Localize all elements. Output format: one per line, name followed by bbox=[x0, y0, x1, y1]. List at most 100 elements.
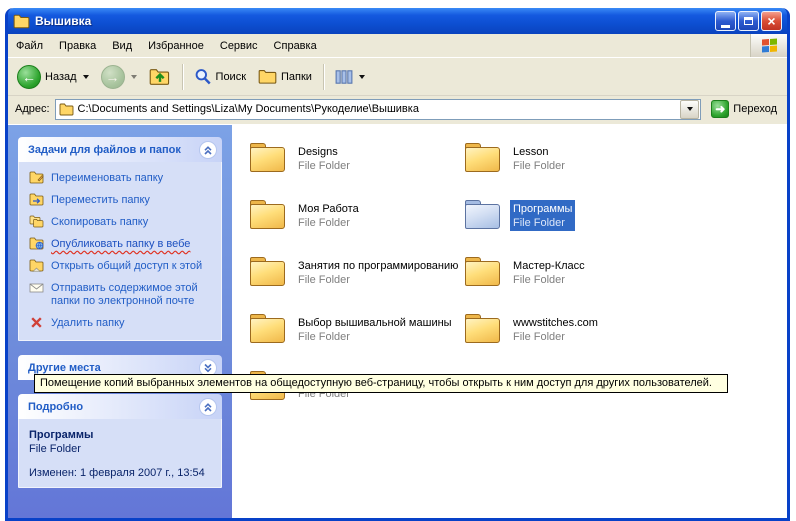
toolbar-separator-2 bbox=[323, 64, 324, 90]
file-tile-master-klass[interactable]: Мастер-КлассFile Folder bbox=[465, 257, 680, 314]
menu-tools[interactable]: Сервис bbox=[212, 34, 266, 57]
file-tile-zanyatiya[interactable]: Занятия по программированиюFile Folder bbox=[250, 257, 465, 314]
task-share-folder[interactable]: Открыть общий доступ к этой bbox=[29, 260, 215, 273]
task-label: Открыть общий доступ к этой bbox=[51, 260, 202, 273]
menu-file[interactable]: Файл bbox=[8, 34, 51, 57]
folder-icon bbox=[250, 200, 286, 230]
publish-web-icon bbox=[29, 237, 45, 250]
collapse-chevron-icon[interactable] bbox=[199, 398, 217, 416]
delete-icon bbox=[29, 316, 45, 329]
folders-button[interactable]: Папки bbox=[253, 65, 317, 88]
explorer-window: Вышивка × Файл Правка Вид Избранное Серв… bbox=[5, 8, 790, 521]
file-type: File Folder bbox=[510, 274, 588, 288]
title-bar[interactable]: Вышивка × bbox=[8, 8, 787, 34]
details-item-type: File Folder bbox=[29, 443, 215, 455]
task-email-folder[interactable]: Отправить содержимое этой папки по элект… bbox=[29, 282, 215, 308]
share-folder-icon bbox=[29, 259, 45, 272]
move-folder-icon bbox=[29, 193, 45, 206]
file-tasks-body: Переименовать папку Переместить папку Ск… bbox=[18, 162, 222, 341]
file-type: File Folder bbox=[510, 217, 575, 231]
address-bar: Адрес: C:\Documents and Settings\Liza\My… bbox=[8, 96, 787, 125]
go-label: Переход bbox=[733, 103, 777, 115]
go-arrow-icon: ➜ bbox=[711, 100, 729, 118]
details-title: Подробно bbox=[28, 401, 83, 413]
folder-icon bbox=[250, 143, 286, 173]
minimize-button[interactable] bbox=[715, 11, 736, 31]
rename-folder-icon bbox=[29, 171, 45, 184]
search-label: Поиск bbox=[216, 71, 246, 83]
task-rename-folder[interactable]: Переименовать папку bbox=[29, 172, 215, 185]
minimize-icon bbox=[721, 25, 730, 28]
file-name: Моя Работа bbox=[295, 202, 362, 217]
search-button[interactable]: Поиск bbox=[189, 65, 251, 89]
file-tile-vybor-mashiny[interactable]: Выбор вышивальной машиныFile Folder bbox=[250, 314, 465, 371]
folder-icon bbox=[250, 257, 286, 287]
copy-folder-icon bbox=[29, 215, 45, 228]
task-label: Скопировать папку bbox=[51, 216, 148, 229]
task-move-folder[interactable]: Переместить папку bbox=[29, 194, 215, 207]
details-item-modified: Изменен: 1 февраля 2007 г., 13:54 bbox=[29, 467, 215, 479]
details-item-name: Программы bbox=[29, 429, 215, 441]
file-tasks-header[interactable]: Задачи для файлов и папок bbox=[18, 137, 222, 162]
forward-button[interactable]: → bbox=[96, 62, 142, 92]
folder-icon bbox=[465, 200, 501, 230]
task-publish-folder[interactable]: Опубликовать папку в вебе bbox=[29, 238, 215, 251]
search-icon bbox=[194, 68, 212, 86]
task-label: Переименовать папку bbox=[51, 172, 163, 185]
details-header[interactable]: Подробно bbox=[18, 394, 222, 419]
maximize-icon bbox=[744, 17, 753, 25]
close-button[interactable]: × bbox=[761, 11, 782, 31]
forward-dropdown-icon bbox=[131, 75, 137, 79]
file-list-area[interactable]: DesignsFile Folder Моя РаботаFile Folder… bbox=[232, 125, 787, 518]
up-button[interactable] bbox=[144, 64, 176, 90]
file-name: Программы bbox=[510, 202, 575, 217]
folders-icon bbox=[258, 68, 277, 85]
views-button[interactable] bbox=[330, 66, 370, 88]
address-folder-icon bbox=[59, 103, 74, 116]
email-icon bbox=[29, 281, 45, 294]
address-dropdown-icon bbox=[687, 107, 693, 111]
tooltip: Помещение копий выбранных элементов на о… bbox=[34, 374, 728, 393]
maximize-button[interactable] bbox=[738, 11, 759, 31]
other-places-title: Другие места bbox=[28, 362, 101, 374]
menu-bar: Файл Правка Вид Избранное Сервис Справка bbox=[8, 34, 787, 58]
go-button[interactable]: ➜ Переход bbox=[706, 98, 782, 120]
content-area: Задачи для файлов и папок Переименовать … bbox=[8, 125, 787, 518]
collapse-chevron-icon[interactable] bbox=[199, 141, 217, 159]
back-button[interactable]: ← Назад bbox=[12, 62, 94, 92]
task-pane-sidebar: Задачи для файлов и папок Переименовать … bbox=[8, 125, 232, 518]
forward-icon: → bbox=[101, 65, 125, 89]
menu-edit[interactable]: Правка bbox=[51, 34, 104, 57]
file-tile-moya-rabota[interactable]: Моя РаботаFile Folder bbox=[250, 200, 465, 257]
folder-icon bbox=[465, 143, 501, 173]
window-folder-icon bbox=[13, 14, 30, 29]
up-folder-icon bbox=[149, 67, 171, 87]
file-tile-programmy-selected[interactable]: ПрограммыFile Folder bbox=[465, 200, 680, 257]
address-input[interactable]: C:\Documents and Settings\Liza\My Docume… bbox=[55, 99, 702, 120]
task-copy-folder[interactable]: Скопировать папку bbox=[29, 216, 215, 229]
menu-view[interactable]: Вид bbox=[104, 34, 140, 57]
address-dropdown-button[interactable] bbox=[680, 100, 699, 119]
file-tasks-panel: Задачи для файлов и папок Переименовать … bbox=[18, 137, 222, 341]
file-type: File Folder bbox=[295, 160, 353, 174]
close-icon: × bbox=[767, 14, 775, 28]
file-tasks-title: Задачи для файлов и папок bbox=[28, 144, 181, 156]
details-body: Программы File Folder Изменен: 1 февраля… bbox=[18, 419, 222, 488]
file-name: wwwstitches.com bbox=[510, 316, 601, 331]
menu-favorites[interactable]: Избранное bbox=[140, 34, 212, 57]
folder-icon bbox=[465, 314, 501, 344]
windows-logo bbox=[750, 34, 787, 57]
task-label: Удалить папку bbox=[51, 317, 125, 330]
file-tile-designs[interactable]: DesignsFile Folder bbox=[250, 143, 465, 200]
file-name: Занятия по программированию bbox=[295, 259, 461, 274]
file-tile-wwwstitches[interactable]: wwwstitches.comFile Folder bbox=[465, 314, 680, 371]
menu-help[interactable]: Справка bbox=[266, 34, 325, 57]
file-name: Мастер-Класс bbox=[510, 259, 588, 274]
file-name: Lesson bbox=[510, 145, 568, 160]
address-label: Адрес: bbox=[15, 103, 50, 115]
folder-icon bbox=[465, 257, 501, 287]
file-tile-lesson[interactable]: LessonFile Folder bbox=[465, 143, 680, 200]
task-label: Опубликовать папку в вебе bbox=[51, 238, 190, 251]
task-delete-folder[interactable]: Удалить папку bbox=[29, 317, 215, 330]
file-name: Designs bbox=[295, 145, 353, 160]
